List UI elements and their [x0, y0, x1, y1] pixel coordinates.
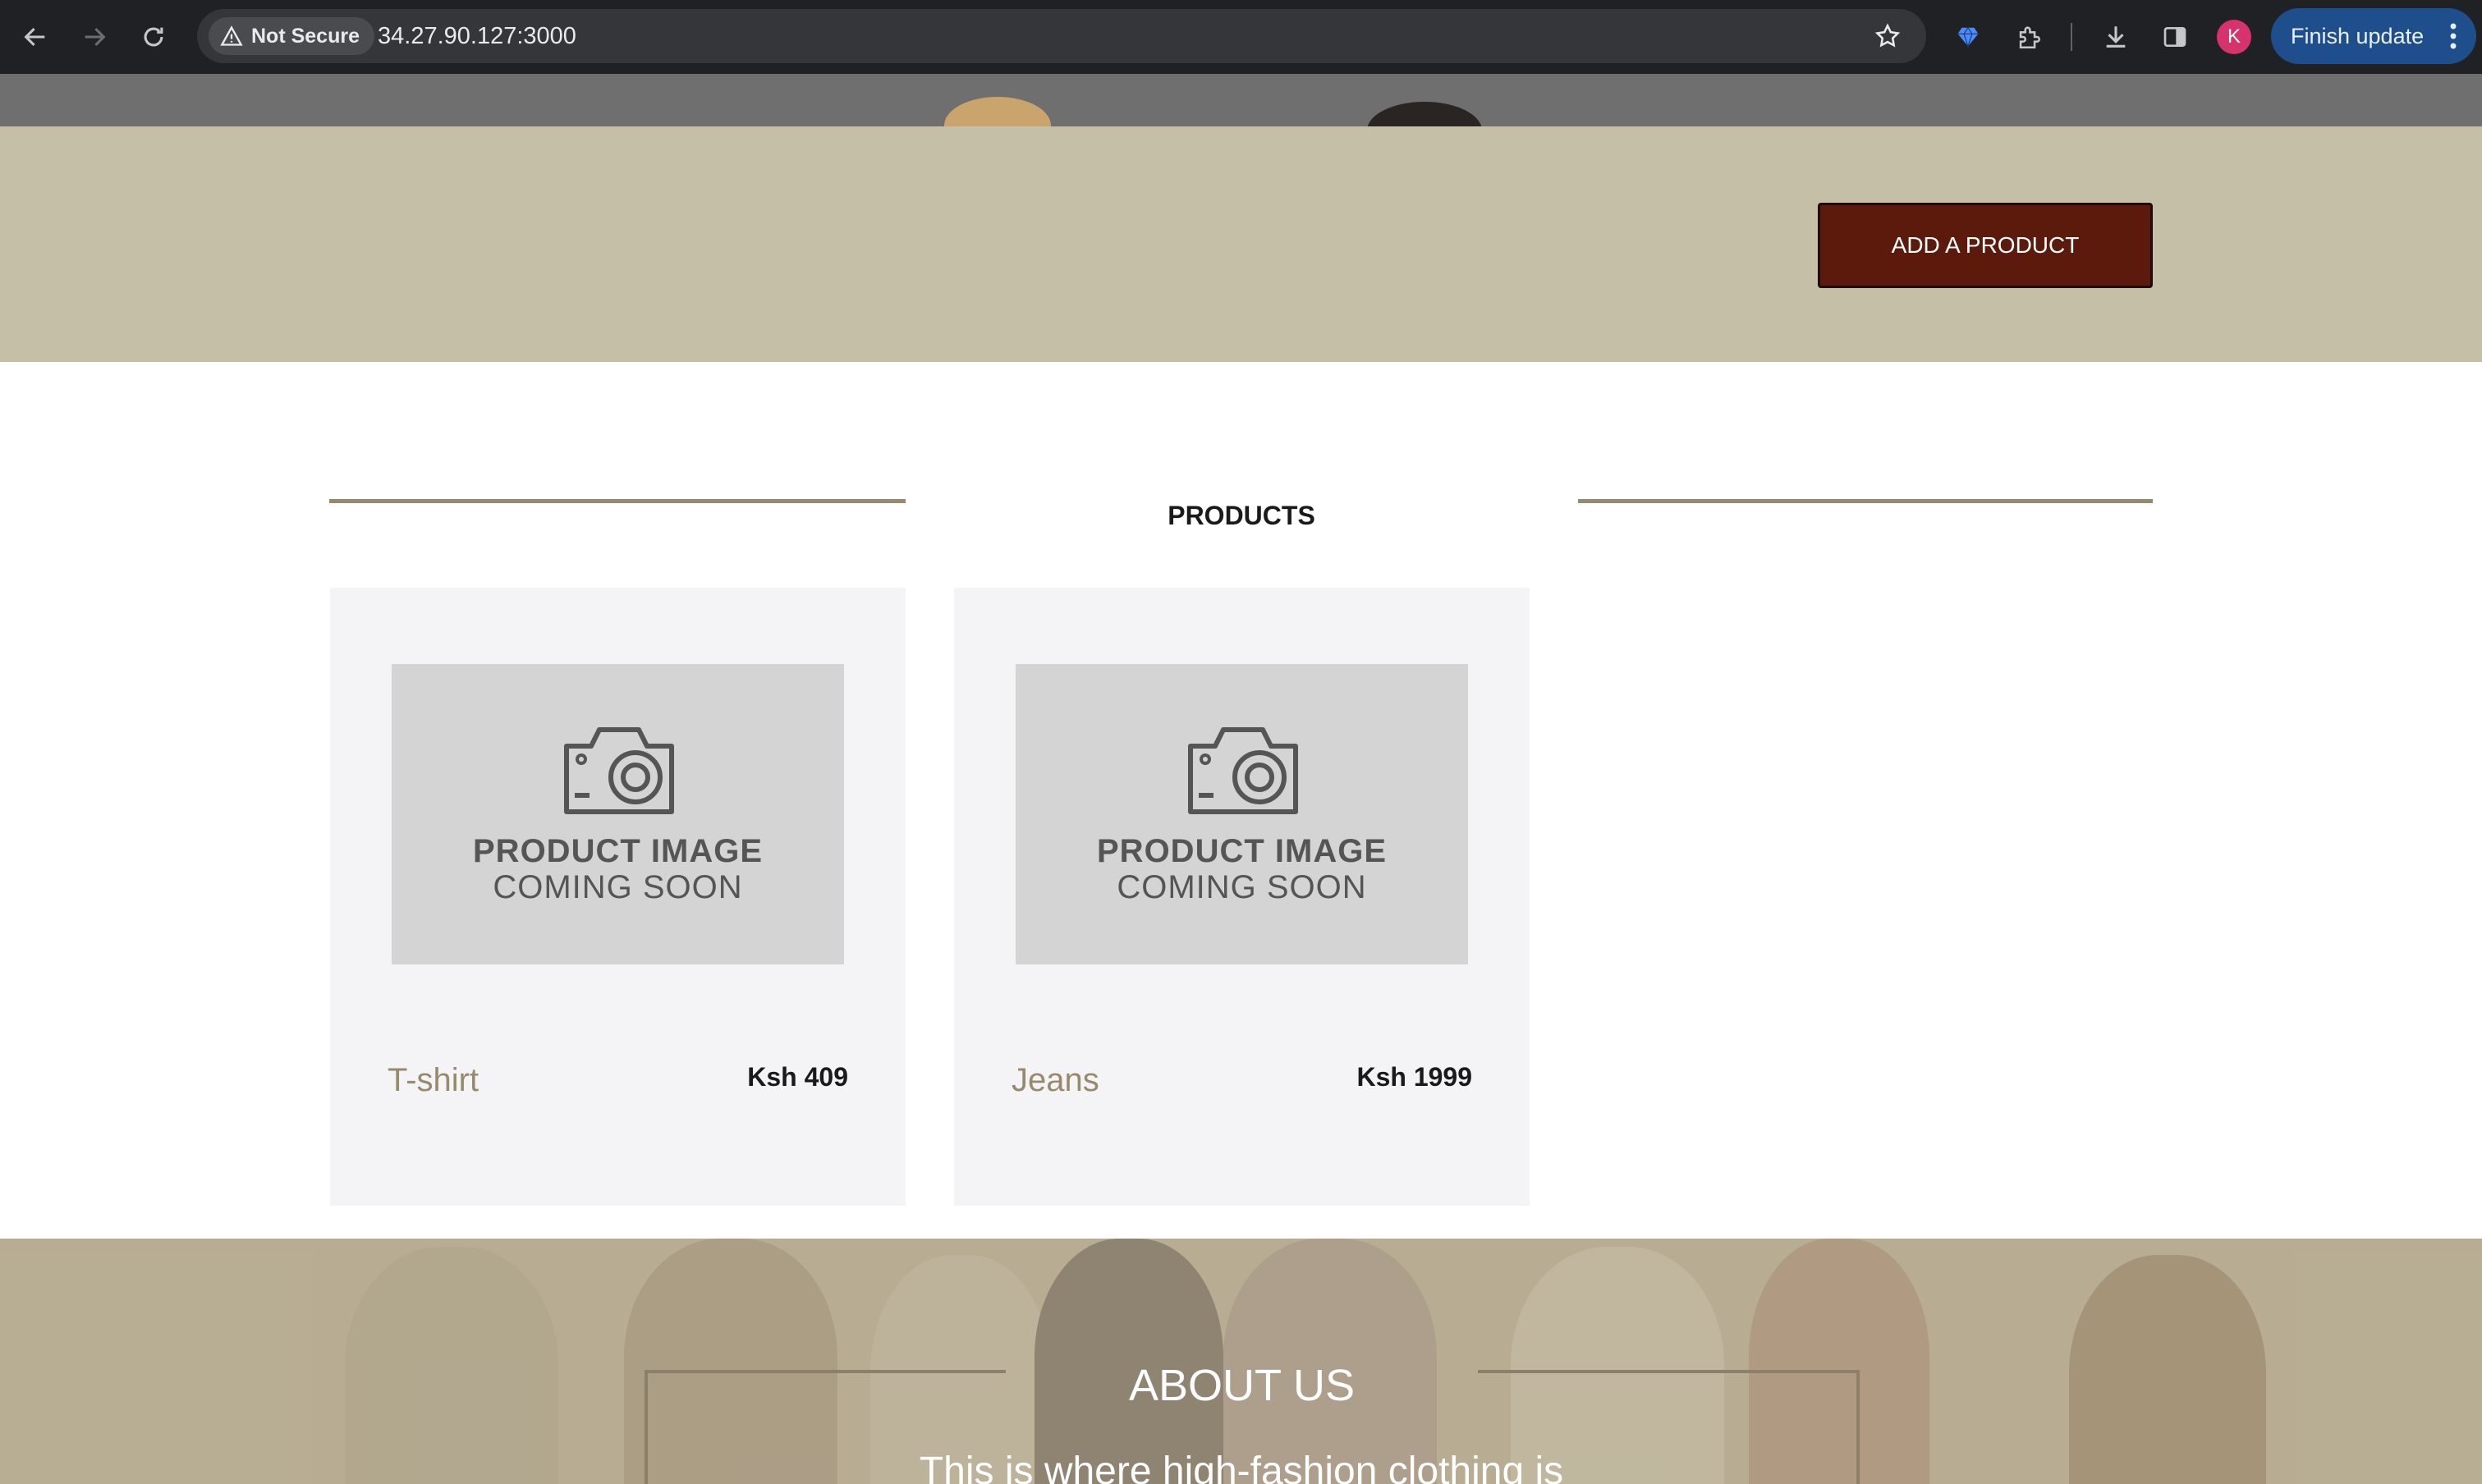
- product-image-placeholder: PRODUCT IMAGE COMING SOON: [392, 664, 844, 964]
- products-rule-right: [1578, 499, 2153, 503]
- about-text: This is where high-fashion clothing is: [919, 1450, 1564, 1484]
- arrow-right-icon: [85, 27, 106, 47]
- gem-icon: [1957, 26, 1979, 48]
- products-rule-left: [329, 499, 906, 503]
- product-price: Ksh 1999: [1356, 1062, 1472, 1092]
- products-heading: PRODUCTS: [1168, 501, 1315, 530]
- placeholder-line2: COMING SOON: [1117, 869, 1367, 905]
- product-name[interactable]: Jeans: [1012, 1062, 1099, 1099]
- puzzle-icon: [2019, 26, 2040, 49]
- address-bar[interactable]: Not Secure 34.27.90.127:3000: [197, 9, 1926, 63]
- finish-update-button[interactable]: Finish update: [2271, 8, 2476, 64]
- reload-button[interactable]: [133, 16, 174, 57]
- back-button[interactable]: [15, 16, 56, 57]
- placeholder-line1: PRODUCT IMAGE: [473, 833, 763, 869]
- product-card[interactable]: PRODUCT IMAGE COMING SOON Jeans Ksh 1999: [954, 588, 1530, 1206]
- profile-avatar[interactable]: K: [2217, 20, 2251, 54]
- security-chip[interactable]: Not Secure: [209, 17, 374, 55]
- finish-update-label: Finish update: [2291, 23, 2425, 48]
- browser-toolbar: Not Secure 34.27.90.127:3000 K Finish up…: [0, 0, 2482, 74]
- about-frame-line: [645, 1370, 1006, 1373]
- about-heading: ABOUT US: [1128, 1361, 1356, 1410]
- downloads-button[interactable]: [2095, 16, 2136, 57]
- reload-icon: [144, 27, 163, 47]
- placeholder-line2: COMING SOON: [493, 869, 743, 905]
- product-price: Ksh 409: [747, 1062, 848, 1092]
- product-card[interactable]: PRODUCT IMAGE COMING SOON T-shirt Ksh 40…: [330, 588, 906, 1206]
- hero-image: [0, 74, 2482, 126]
- url-text[interactable]: 34.27.90.127:3000: [378, 9, 576, 63]
- about-frame-line: [1478, 1370, 1860, 1373]
- download-icon: [2106, 26, 2126, 48]
- side-panel-icon: [2163, 27, 2186, 47]
- product-image-placeholder: PRODUCT IMAGE COMING SOON: [1016, 664, 1468, 964]
- add-product-button[interactable]: ADD A PRODUCT: [1818, 203, 2153, 288]
- star-icon: [1874, 23, 1901, 48]
- arrow-left-icon: [24, 27, 45, 47]
- warning-icon: [220, 25, 243, 46]
- product-name[interactable]: T-shirt: [388, 1062, 479, 1099]
- camera-icon: [564, 727, 674, 814]
- about-frame-line: [1856, 1370, 1860, 1484]
- placeholder-line1: PRODUCT IMAGE: [1097, 833, 1387, 869]
- about-frame-line: [645, 1370, 648, 1484]
- camera-icon: [1188, 727, 1298, 814]
- bookmark-button[interactable]: [1867, 16, 1908, 57]
- toolbar-divider: [2071, 23, 2072, 51]
- extension-gem-button[interactable]: [1948, 16, 1989, 57]
- about-section: ABOUT US This is where high-fashion clot…: [0, 1239, 2482, 1484]
- security-label: Not Secure: [251, 24, 360, 48]
- more-vertical-icon: [2450, 23, 2457, 49]
- forward-button[interactable]: [74, 16, 115, 57]
- extensions-button[interactable]: [2008, 16, 2049, 57]
- side-panel-button[interactable]: [2154, 16, 2195, 57]
